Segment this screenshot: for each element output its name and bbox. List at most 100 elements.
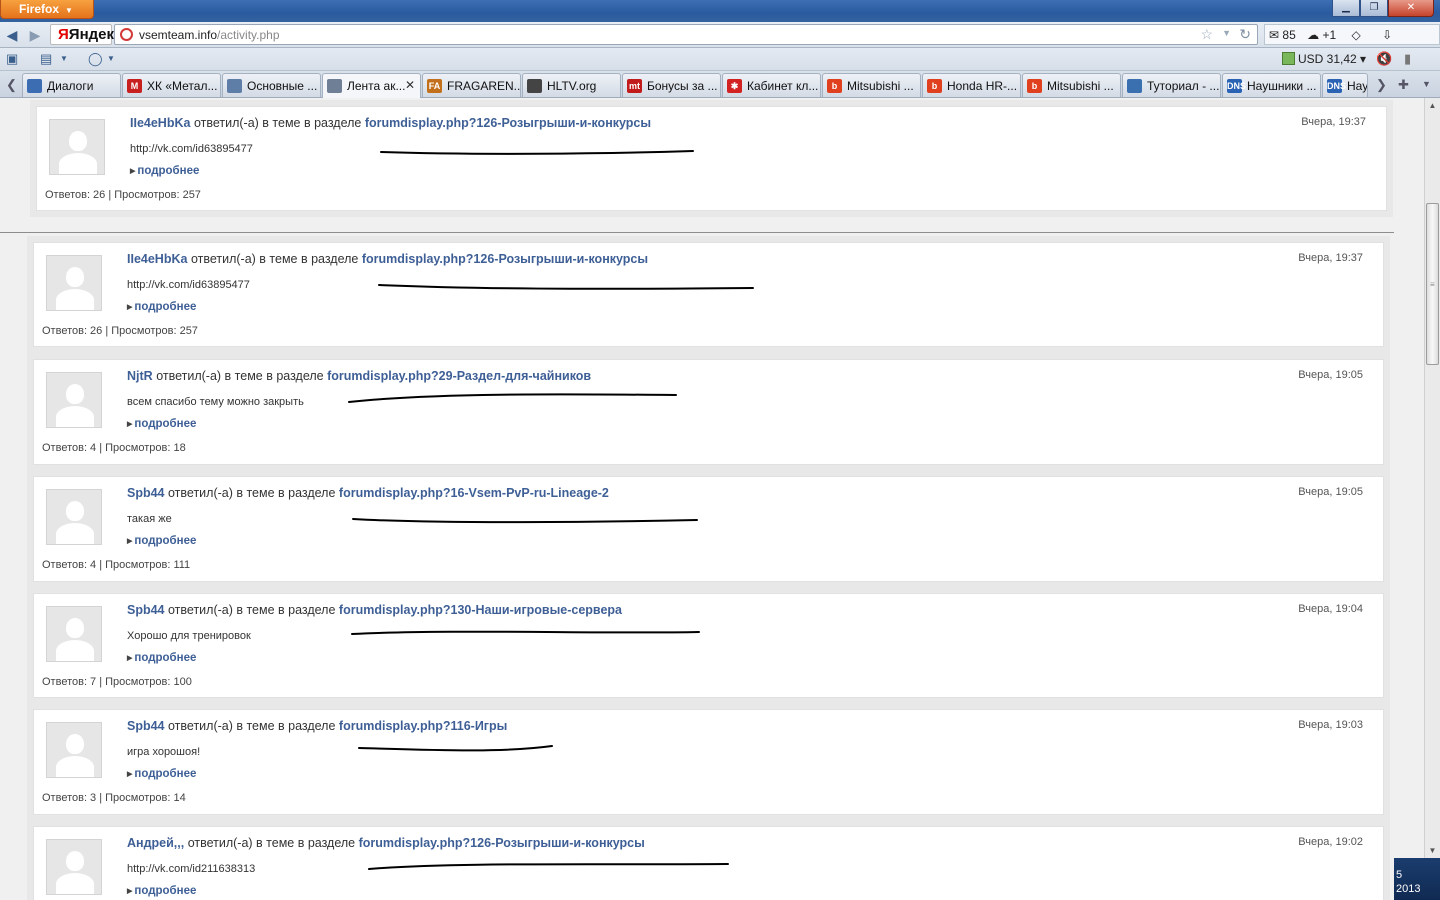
tab-label: FRAGAREN...: [447, 79, 521, 93]
tab-close-icon[interactable]: ✕: [405, 78, 415, 92]
tab-4[interactable]: FA FRAGAREN...: [422, 73, 521, 97]
tab-label: Mitsubishi ...: [1047, 79, 1114, 93]
tab-7[interactable]: ✱ Кабинет кл...: [722, 73, 821, 97]
forward-arrow-icon[interactable]: ▶: [26, 26, 44, 44]
tab-favicon-icon: M: [127, 79, 142, 93]
tab-11[interactable]: Туториал - ...: [1122, 73, 1221, 97]
tab-1[interactable]: M ХК «Метал...: [122, 73, 221, 97]
scroll-up-icon[interactable]: ▲: [1425, 98, 1440, 113]
currency-widget[interactable]: USD 31,42 ▾: [1282, 52, 1366, 66]
underline-stroke: [348, 393, 677, 403]
scroll-thumb[interactable]: ≡: [1426, 203, 1439, 365]
tab-favicon-icon: DNS: [1327, 79, 1347, 93]
tab-label: Диалоги: [47, 79, 94, 93]
tab-label: Honda HR-...: [947, 79, 1018, 93]
url-host: vsemteam.info: [139, 28, 218, 42]
tab-0[interactable]: Диалоги: [22, 73, 121, 97]
yandex-search-logo[interactable]: ЯЯндекс: [50, 24, 122, 45]
tab-10[interactable]: b Mitsubishi ...: [1022, 73, 1121, 97]
taskbar-year: 2013: [1396, 883, 1421, 895]
tab-scroll-right-icon[interactable]: ❯: [1376, 77, 1387, 93]
vk-icon[interactable]: ▣: [6, 51, 18, 67]
tab-label: Лента ак...: [347, 79, 406, 93]
activity-item: IIe4eHbKa ответил(-а) в теме в разделе f…: [36, 106, 1387, 211]
clipboard-icon[interactable]: ▤: [40, 51, 52, 67]
tab-favicon-icon: [227, 79, 242, 93]
tab-label: Кабинет кл...: [747, 79, 819, 93]
tab-strip: ❮ Диалоги M ХК «Метал... Основные ... Лента …: [0, 71, 1440, 98]
signal-bars-icon: ▮: [1404, 51, 1412, 66]
post-date: Вчера, 19:05: [1298, 369, 1363, 381]
tab-favicon-icon: [327, 79, 342, 93]
chevron-down-icon[interactable]: ▼: [60, 54, 68, 63]
firefox-button-label: Firefox: [19, 2, 60, 16]
tab-favicon-icon: b: [827, 79, 842, 93]
tab-favicon-icon: ✱: [727, 79, 742, 93]
post-stats: Ответов: 4 | Просмотров: 18: [42, 442, 186, 454]
reload-icon[interactable]: ↻: [1239, 26, 1251, 43]
taskbar-digit: 5: [1396, 869, 1403, 881]
close-window-button[interactable]: ✕: [1388, 0, 1434, 17]
window-controls: ▁ ❐ ✕: [1332, 0, 1434, 17]
chevron-down-icon: ▼: [65, 6, 73, 15]
tab-label: Туториал - ...: [1147, 79, 1220, 93]
post-stats: Ответов: 4 | Просмотров: 111: [42, 559, 191, 571]
window-titlebar: Firefox ▼ ▁ ❐ ✕: [0, 0, 1440, 22]
address-bar[interactable]: vsemteam.info/activity.php ☆ ▼ ↻: [114, 24, 1258, 45]
tab-favicon-icon: mt: [627, 79, 642, 93]
navigation-bar: ◀ ▶ ЯЯндекс vsemteam.info/activity.php ☆…: [0, 22, 1440, 48]
tab-list-icon[interactable]: ▼: [1422, 79, 1431, 89]
weather-cloud-icon[interactable]: ☁: [1307, 28, 1319, 42]
back-arrow-icon[interactable]: ◀: [3, 26, 21, 44]
tab-label: HLTV.org: [547, 79, 597, 93]
hand-drawn-underline: [351, 630, 700, 635]
tab-favicon-icon: [27, 79, 42, 93]
share-icon[interactable]: ◇: [1351, 28, 1360, 42]
tab-3[interactable]: Лента ак... ✕: [322, 73, 421, 98]
post-date: Вчера, 19:03: [1298, 719, 1363, 731]
page-separator: [0, 232, 1394, 233]
tab-9[interactable]: b Honda HR-...: [922, 73, 1021, 97]
tab-6[interactable]: mt Бонусы за ...: [622, 73, 721, 97]
new-tab-icon[interactable]: ✚: [1398, 77, 1409, 93]
tab-label: Основные ...: [247, 79, 318, 93]
mail-icon[interactable]: ✉: [1269, 28, 1279, 42]
tab-favicon-icon: b: [1027, 79, 1042, 93]
post-stats: Ответов: 3 | Просмотров: 14: [42, 792, 186, 804]
site-favicon-icon: [120, 28, 133, 41]
minimize-button[interactable]: ▁: [1332, 0, 1360, 17]
tab-13[interactable]: DNS Нау: [1322, 73, 1368, 97]
tab-2[interactable]: Основные ...: [222, 73, 321, 97]
underline-stroke: [378, 284, 754, 290]
chevron-down-icon[interactable]: ▼: [107, 54, 115, 63]
maximize-button[interactable]: ❐: [1360, 0, 1388, 17]
triangle-right-icon: ▶: [130, 168, 136, 175]
tab-scroll-left-icon[interactable]: ❮: [6, 77, 17, 93]
download-icon[interactable]: ⇩: [1382, 28, 1392, 42]
hand-drawn-underline: [348, 393, 677, 403]
tab-12[interactable]: DNS Наушники ...: [1222, 73, 1321, 97]
tab-favicon-icon: DNS: [1227, 79, 1247, 93]
currency-value: USD 31,42: [1298, 52, 1357, 66]
activity-item: NjtR ответил(-а) в теме в разделе forumd…: [33, 359, 1384, 465]
speaker-mute-icon[interactable]: 🔇: [1376, 51, 1392, 67]
post-date: Вчера, 19:05: [1298, 486, 1363, 498]
bookmark-star-icon[interactable]: ☆: [1200, 26, 1213, 43]
scroll-down-icon[interactable]: ▼: [1425, 843, 1440, 858]
speech-bubble-icon[interactable]: ◯: [88, 51, 103, 67]
post-date: Вчера, 19:37: [1298, 252, 1363, 264]
hand-drawn-underline: [368, 863, 729, 870]
tab-8[interactable]: b Mitsubishi ...: [822, 73, 921, 97]
vertical-scrollbar[interactable]: ▲ ≡ ▼: [1424, 98, 1440, 858]
activity-item: Андрей,,, ответил(-а) в теме в разделе f…: [33, 826, 1384, 900]
underline-stroke: [358, 745, 553, 752]
firefox-menu-button[interactable]: Firefox ▼: [0, 0, 94, 19]
mail-count: 85: [1282, 28, 1296, 42]
history-dropdown-icon[interactable]: ▼: [1222, 28, 1231, 38]
tab-favicon-icon: FA: [427, 79, 442, 93]
activity-item: Spb44 ответил(-а) в теме в разделе forum…: [33, 709, 1384, 815]
tab-label: Наушники ...: [1247, 79, 1317, 93]
tab-5[interactable]: HLTV.org: [522, 73, 621, 97]
activity-item: Spb44 ответил(-а) в теме в разделе forum…: [33, 476, 1384, 582]
underline-stroke: [368, 863, 729, 870]
